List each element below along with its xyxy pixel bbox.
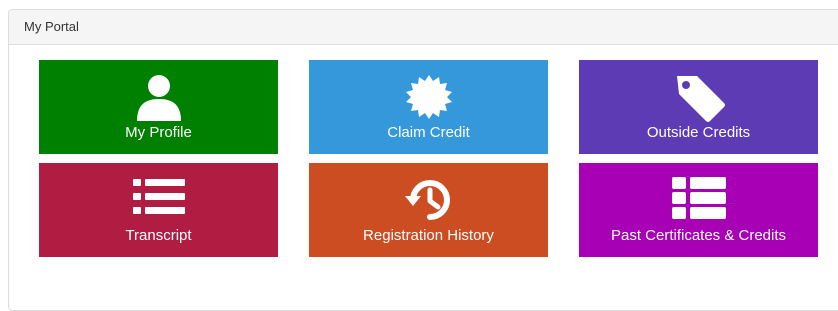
tile-label: Claim Credit <box>387 124 470 141</box>
certificate-icon <box>405 75 452 119</box>
tile-claim-credit[interactable]: Claim Credit <box>309 60 548 154</box>
tile-label: Registration History <box>363 227 494 244</box>
panel-title: My Portal <box>9 10 838 45</box>
tile-label: Past Certificates & Credits <box>610 227 787 244</box>
tile-registration-history[interactable]: Registration History <box>309 163 548 257</box>
table-list-icon <box>671 177 726 219</box>
list-icon <box>132 179 185 214</box>
portal-panel: My Portal <box>8 9 838 311</box>
tile-outside-credits[interactable]: Outside Credits <box>579 60 818 154</box>
tile-my-profile[interactable]: My Profile <box>39 60 278 154</box>
tile-label: My Profile <box>125 124 192 141</box>
tile-transcript[interactable]: Transcript <box>39 163 278 257</box>
user-icon <box>136 75 181 121</box>
tile-label: Outside Credits <box>646 124 751 141</box>
tile-past-certificates[interactable]: Past Certificates & Credits <box>579 163 818 257</box>
history-icon <box>404 180 450 220</box>
tag-icon <box>676 76 725 122</box>
tile-label: Transcript <box>125 227 192 244</box>
